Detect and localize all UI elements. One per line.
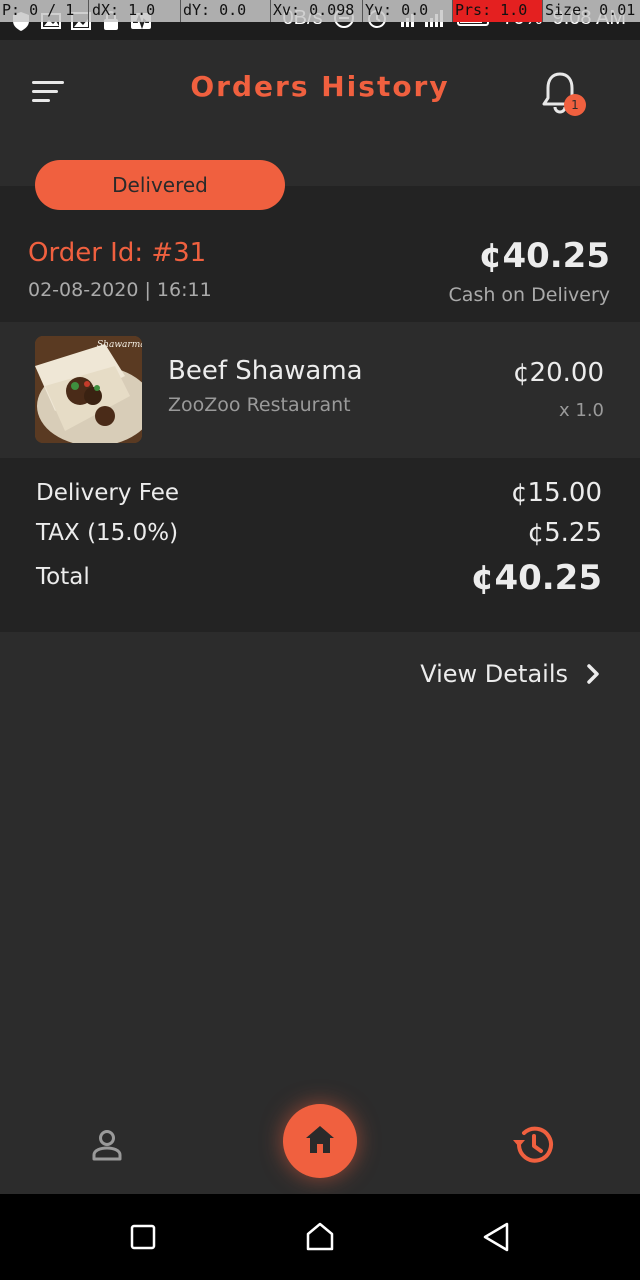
thumbnail-caption: Shawarma: [97, 340, 142, 350]
order-datetime: 02-08-2020 | 16:11: [28, 279, 212, 301]
nav-home-button[interactable]: [283, 1104, 357, 1178]
debug-xv: Xv: 0.098: [273, 1, 355, 19]
status-bar: 0B/s 79% 9:08 AM P: 0 / 1 dX: 1.0 dY: 0.…: [0, 0, 640, 40]
tax-value: ¢5.25: [527, 518, 602, 548]
app-bar: Orders History 1: [0, 40, 640, 144]
history-icon: [513, 1126, 553, 1163]
chevron-right-icon: [587, 664, 599, 684]
notification-badge: 1: [564, 94, 586, 116]
debug-dy: dY: 0.0: [183, 1, 247, 19]
pointer-debug-overlay: P: 0 / 1 dX: 1.0 dY: 0.0 Xv: 0.098 Yv: 0…: [0, 0, 640, 22]
view-details-label: View Details: [420, 660, 568, 688]
order-summary: Delivery Fee ¢15.00 TAX (15.0%) ¢5.25 To…: [0, 458, 640, 632]
order-total: ¢40.25: [478, 236, 610, 276]
debug-yv: Yv: 0.0: [365, 1, 429, 19]
delivery-fee-value: ¢15.00: [511, 478, 602, 508]
view-details-link[interactable]: View Details: [420, 656, 600, 692]
delivery-fee-label: Delivery Fee: [36, 480, 180, 506]
nav-history-button[interactable]: [510, 1122, 556, 1168]
order-id: Order Id: #31: [28, 238, 207, 268]
home-icon: [306, 1126, 334, 1153]
back-icon: [483, 1222, 509, 1252]
nav-profile-button[interactable]: [88, 1126, 126, 1164]
item-name: Beef Shawama: [168, 356, 363, 386]
profile-icon: [92, 1130, 122, 1161]
debug-dx: dX: 1.0: [92, 1, 156, 19]
tax-label: TAX (15.0%): [36, 520, 179, 546]
system-navigation-bar: [0, 1194, 640, 1280]
bottom-navigation: [0, 1096, 640, 1194]
system-home-icon: [306, 1222, 334, 1251]
item-restaurant: ZooZoo Restaurant: [168, 394, 351, 416]
system-home-button[interactable]: [303, 1220, 337, 1254]
item-price: ¢20.00: [513, 358, 604, 388]
back-button[interactable]: [480, 1220, 514, 1254]
notifications-button[interactable]: 1: [540, 70, 588, 120]
debug-prs: Prs: 1.0: [455, 1, 528, 19]
total-value: ¢40.25: [470, 558, 602, 598]
recents-icon: [130, 1224, 156, 1250]
item-quantity: x 1.0: [559, 400, 604, 421]
order-item[interactable]: Shawarma Beef Shawama ZooZoo Restaurant …: [0, 322, 640, 458]
status-filter-delivered[interactable]: Delivered: [35, 160, 285, 210]
total-label: Total: [36, 564, 90, 590]
debug-pointer: P: 0 / 1: [2, 1, 75, 19]
debug-size: Size: 0.01: [545, 1, 636, 19]
recents-button[interactable]: [126, 1220, 160, 1254]
payment-method: Cash on Delivery: [448, 284, 610, 306]
food-thumbnail: Shawarma: [35, 336, 142, 443]
